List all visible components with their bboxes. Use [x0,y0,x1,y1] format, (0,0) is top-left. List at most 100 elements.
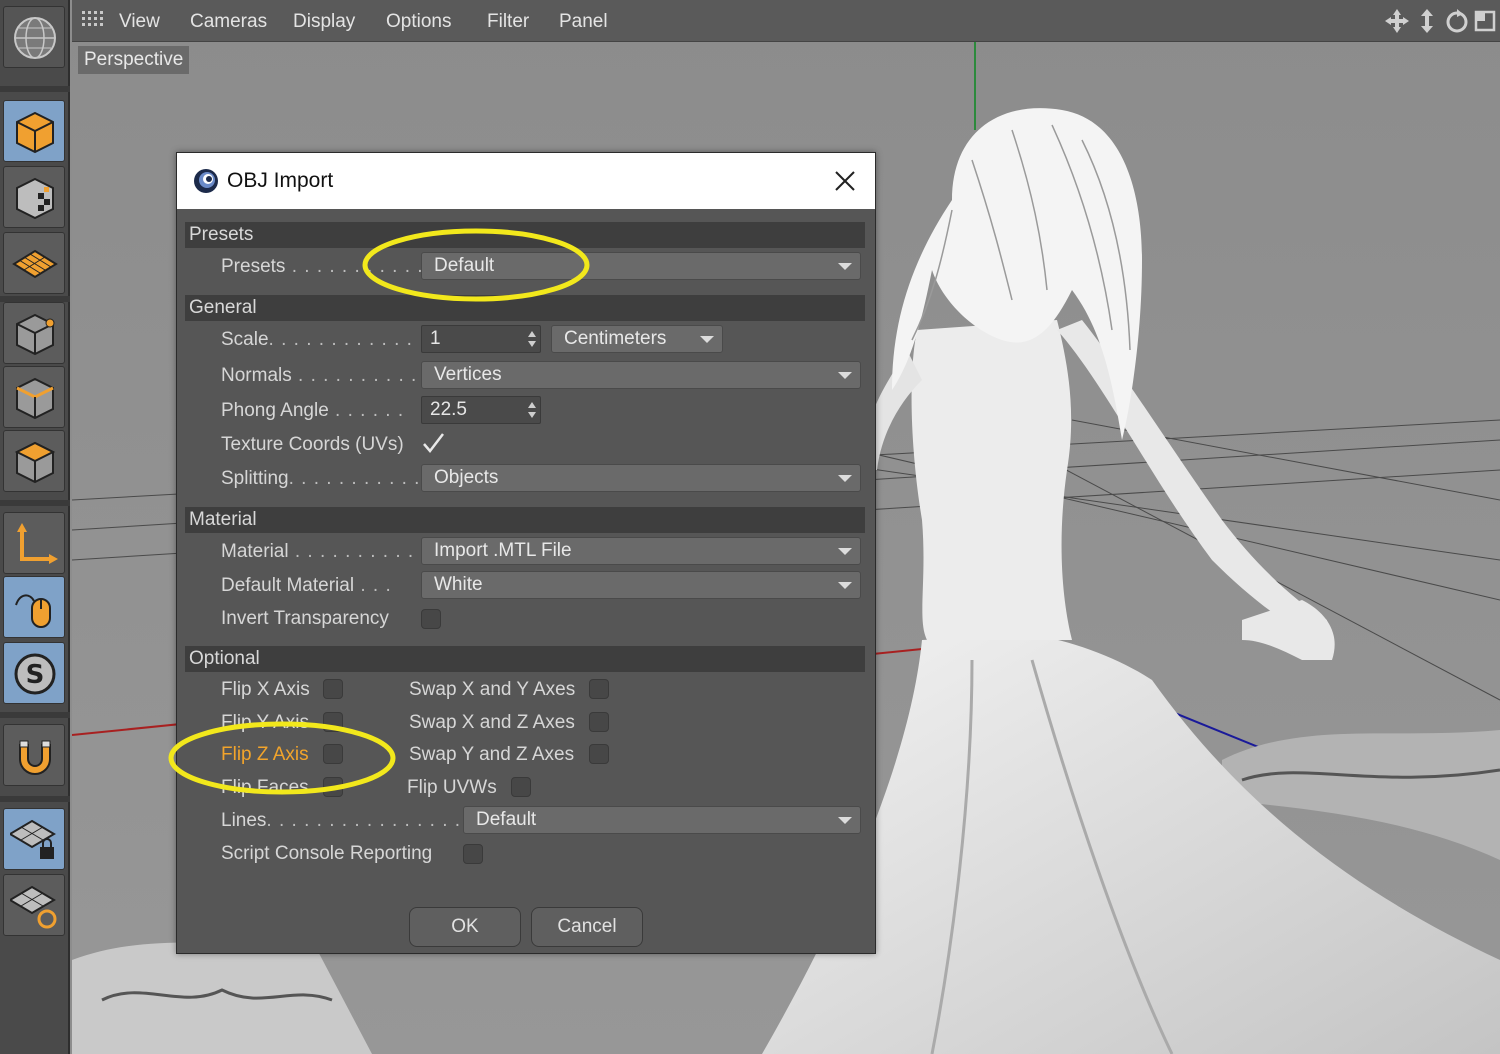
annotation-ellipse-presets [362,228,590,302]
script-console-checkbox[interactable] [463,844,483,864]
lines-value: Default [476,809,537,830]
chevron-down-icon [838,372,852,379]
grid-plane-icon [12,249,58,279]
menu-options[interactable]: Options [386,11,451,33]
zoom-view-icon[interactable] [1414,8,1440,34]
tool-texture[interactable] [3,166,65,228]
material-value: Import .MTL File [434,540,572,561]
torso [911,320,1072,640]
scale-unit-value: Centimeters [564,328,667,349]
snap-s-icon: S [14,653,56,695]
spinner-arrows-icon[interactable] [528,402,536,418]
edge-cube-icon [16,377,54,420]
cube-icon [16,111,54,154]
view-label: Perspective [78,46,190,74]
scale-input[interactable]: 1 [421,325,541,353]
flip-uvws-label: Flip UVWs [407,777,497,798]
flip-x-checkbox[interactable] [323,679,343,699]
dialog-title: OBJ Import [227,169,334,192]
mouse-icon [15,594,51,628]
scale-unit-dropdown[interactable]: Centimeters [551,325,723,353]
tool-tweak[interactable] [3,576,65,638]
dialog-titlebar[interactable]: OBJ Import [177,153,875,209]
material-dropdown[interactable]: Import .MTL File [421,537,861,565]
swap-xz-label: Swap X and Z Axes [409,712,575,733]
swap-yz-checkbox[interactable] [589,744,609,764]
splitting-dropdown[interactable]: Objects [421,464,861,492]
ok-button[interactable]: OK [409,907,521,947]
phong-angle-input[interactable]: 22.5 [421,396,541,424]
swap-yz-label: Swap Y and Z Axes [409,744,575,765]
tool-separator [0,86,70,92]
lines-label: Lines. . . . . . . . . . . . . . . . . [221,810,474,831]
default-material-value: White [434,574,483,595]
section-optional: Optional [185,646,865,672]
magnet-icon [19,740,51,775]
section-material: Material [185,507,865,533]
default-material-dropdown[interactable]: White [421,571,861,599]
tool-polygons[interactable] [3,430,65,492]
invert-transparency-label: Invert Transparency [221,608,389,629]
tool-snap[interactable] [3,724,65,786]
tool-solo[interactable]: S [3,642,65,704]
flip-uvws-checkbox[interactable] [511,777,531,797]
tool-model[interactable] [3,100,65,162]
chevron-down-icon [838,263,852,270]
tool-palette: S [0,0,70,1054]
default-material-label: Default Material . . . [221,575,392,596]
viewport-menubar: View Cameras Display Options Filter Pane… [72,0,1500,42]
menu-filter[interactable]: Filter [487,11,529,33]
maximize-view-icon[interactable] [1472,8,1498,34]
cancel-button[interactable]: Cancel [531,907,643,947]
menu-panel[interactable]: Panel [559,11,608,33]
grid-sync-icon [10,885,57,929]
chevron-down-icon [838,817,852,824]
rotate-view-icon[interactable] [1444,8,1470,34]
texture-coords-checkbox[interactable] [421,431,445,455]
chevron-down-icon [700,336,714,343]
flip-x-label: Flip X Axis [221,679,310,700]
chevron-down-icon [838,548,852,555]
splitting-value: Objects [434,467,499,488]
checker-cube-icon [16,177,54,220]
cinema4d-logo-icon [194,169,218,193]
tool-edges[interactable] [3,366,65,428]
scale-value: 1 [430,328,441,349]
normals-dropdown[interactable]: Vertices [421,361,861,389]
spinner-arrows-icon[interactable] [528,331,536,347]
grid-lock-icon [10,819,56,859]
close-icon[interactable] [833,169,857,193]
tool-workplane[interactable] [3,232,65,294]
menu-view[interactable]: View [119,11,160,33]
move-view-icon[interactable] [1384,8,1410,34]
svg-text:S: S [26,660,45,690]
tool-axis[interactable] [3,512,65,574]
point-cube-icon [16,313,55,356]
polygon-cube-icon [14,441,56,484]
globe-icon [14,17,56,59]
tool-separator [0,500,70,506]
scale-label: Scale. . . . . . . . . . . . . . [221,329,439,350]
tool-lock-workplane[interactable] [3,808,65,870]
swap-xz-checkbox[interactable] [589,712,609,732]
grip-icon[interactable] [82,11,104,31]
menu-cameras[interactable]: Cameras [190,11,267,33]
normals-label: Normals . . . . . . . . . . . [221,365,430,386]
tool-separator [0,796,70,802]
texture-coords-label: Texture Coords (UVs) [221,434,404,455]
lines-dropdown[interactable]: Default [463,806,861,834]
tool-points[interactable] [3,302,65,364]
menu-display[interactable]: Display [293,11,355,33]
tool-align-workplane[interactable] [3,874,65,936]
swap-xy-checkbox[interactable] [589,679,609,699]
material-label: Material . . . . . . . . . . . [221,541,427,562]
tool-globe[interactable] [3,6,65,68]
script-console-label: Script Console Reporting [221,843,433,864]
invert-transparency-checkbox[interactable] [421,609,441,629]
annotation-ellipse-flip-z [168,721,396,795]
axis-icon [17,523,58,564]
splitting-label: Splitting. . . . . . . . . . . [221,468,421,489]
phong-angle-value: 22.5 [430,399,467,420]
normals-value: Vertices [434,364,502,385]
tool-separator [0,712,70,718]
